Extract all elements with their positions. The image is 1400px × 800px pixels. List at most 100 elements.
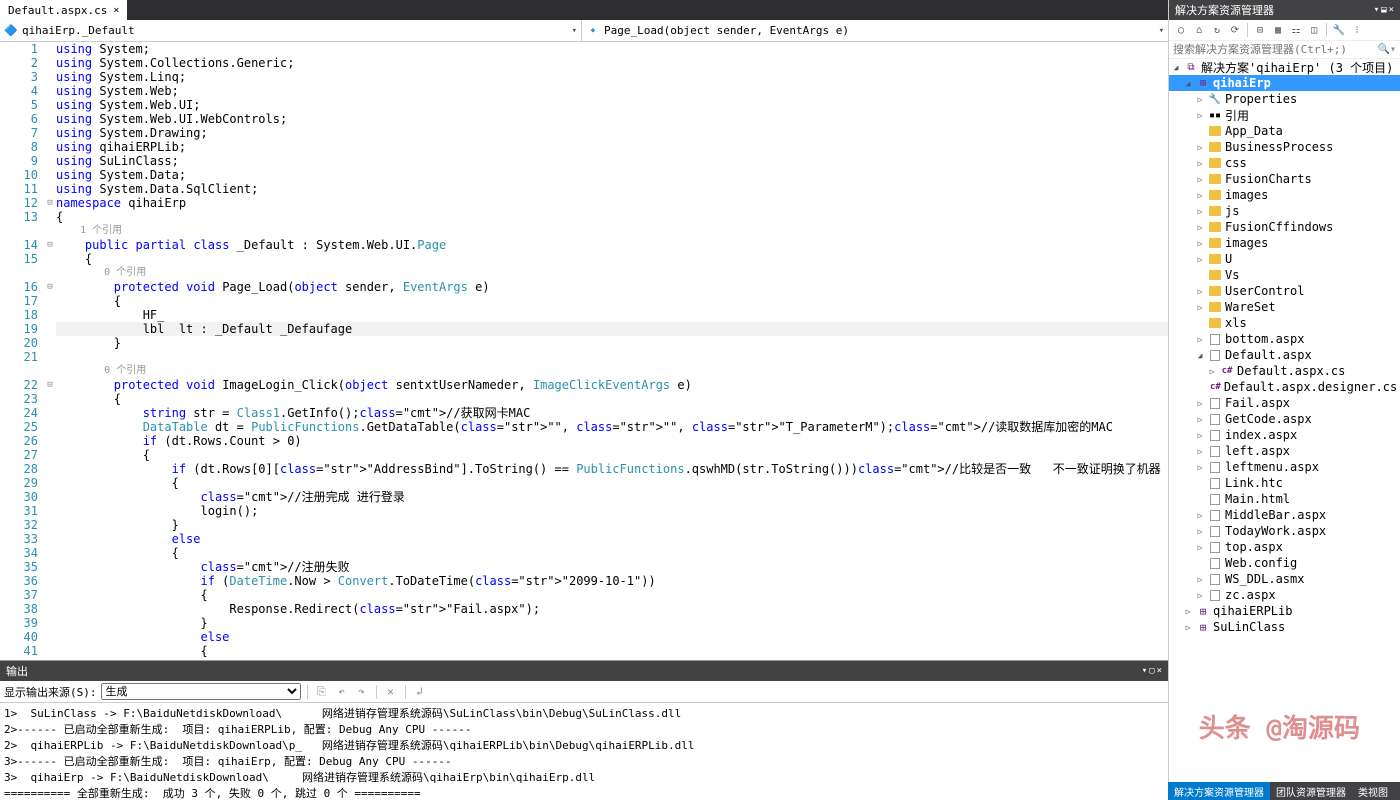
navigation-bar: 🔷 qihaiErp._Default ▾ 🔹 Page_Load(object…: [0, 20, 1168, 42]
tree-node[interactable]: xls: [1169, 315, 1400, 331]
refresh-icon[interactable]: ⟳: [1227, 22, 1243, 38]
chevron-down-icon: ▾: [1159, 26, 1164, 36]
type-name: qihaiErp._Default: [22, 24, 135, 37]
tree-node[interactable]: ▷Fail.aspx: [1169, 395, 1400, 411]
close-icon[interactable]: ×: [113, 5, 119, 16]
close-icon[interactable]: ×: [1389, 5, 1394, 15]
back-icon[interactable]: ◯: [1173, 22, 1189, 38]
method-icon: 🔹: [586, 24, 600, 38]
tree-node[interactable]: ▷zc.aspx: [1169, 587, 1400, 603]
collapse-icon[interactable]: ⊟: [1252, 22, 1268, 38]
tree-node[interactable]: ▷images: [1169, 235, 1400, 251]
status-tab-team[interactable]: 团队资源管理器: [1270, 782, 1352, 800]
se-tree[interactable]: ◢⧉解决方案'qihaiErp' (3 个项目)◢⊞qihaiErp▷🔧Prop…: [1169, 59, 1400, 800]
tree-node[interactable]: ▷index.aspx: [1169, 427, 1400, 443]
close-icon[interactable]: ×: [1157, 666, 1162, 676]
tree-node[interactable]: Web.config: [1169, 555, 1400, 571]
separator: [307, 685, 308, 699]
tree-node[interactable]: ▷⊞qihaiERPLib: [1169, 603, 1400, 619]
tree-project[interactable]: ◢⊞qihaiErp: [1169, 75, 1400, 91]
tree-node[interactable]: Main.html: [1169, 491, 1400, 507]
tree-node[interactable]: ▷WS_DDL.asmx: [1169, 571, 1400, 587]
tree-node[interactable]: ▷leftmenu.aspx: [1169, 459, 1400, 475]
tree-node[interactable]: Vs: [1169, 267, 1400, 283]
status-bar: 解决方案资源管理器 团队资源管理器 类视图: [1168, 782, 1400, 800]
se-title: 解决方案资源管理器: [1175, 2, 1274, 18]
class-icon: 🔷: [4, 24, 18, 38]
dropdown-icon[interactable]: ▾: [1142, 666, 1147, 676]
search-input[interactable]: [1173, 43, 1378, 56]
properties-icon[interactable]: ⚏: [1288, 22, 1304, 38]
tree-node[interactable]: ▷bottom.aspx: [1169, 331, 1400, 347]
tree-node[interactable]: ▷TodayWork.aspx: [1169, 523, 1400, 539]
next-icon[interactable]: ↷: [354, 684, 370, 700]
search-icon[interactable]: 🔍▾: [1378, 44, 1396, 55]
wrench-icon[interactable]: 🔧: [1331, 22, 1347, 38]
tree-node[interactable]: ▷U: [1169, 251, 1400, 267]
separator: [376, 685, 377, 699]
show-all-icon[interactable]: ▦: [1270, 22, 1286, 38]
fold-column[interactable]: ⊟⊟⊟⊟: [44, 42, 56, 660]
output-panel: 输出 ▾ ▢ × 显示输出来源(S): 生成 ⎘ ↶ ↷ ✕ ↲: [0, 660, 1168, 800]
code-content[interactable]: using System;using System.Collections.Ge…: [56, 42, 1168, 660]
tree-node[interactable]: App_Data: [1169, 123, 1400, 139]
clear-icon[interactable]: ✕: [383, 684, 399, 700]
tree-node[interactable]: ▷FusionCharts: [1169, 171, 1400, 187]
document-tab-bar: Default.aspx.cs ×: [0, 0, 1168, 20]
window-controls: ▾ ▢ ×: [1142, 666, 1162, 676]
pin-icon[interactable]: ⬓: [1381, 5, 1386, 15]
tree-node[interactable]: ▷WareSet: [1169, 299, 1400, 315]
find-icon[interactable]: ⎘: [314, 684, 330, 700]
editor-pane: Default.aspx.cs × 🔷 qihaiErp._Default ▾ …: [0, 0, 1168, 800]
type-dropdown[interactable]: 🔷 qihaiErp._Default ▾: [0, 20, 582, 41]
tree-node[interactable]: ▷left.aspx: [1169, 443, 1400, 459]
tree-node[interactable]: ▷images: [1169, 187, 1400, 203]
wrap-icon[interactable]: ↲: [412, 684, 428, 700]
line-number-gutter: 1234567891011121314151617181920212223242…: [0, 42, 44, 660]
preview-icon[interactable]: ◫: [1306, 22, 1322, 38]
tree-node[interactable]: c#Default.aspx.designer.cs: [1169, 379, 1400, 395]
tree-node[interactable]: ▷▪▪引用: [1169, 107, 1400, 123]
tree-node[interactable]: ▷UserControl: [1169, 283, 1400, 299]
member-dropdown[interactable]: 🔹 Page_Load(object sender, EventArgs e) …: [582, 20, 1168, 41]
output-title: 输出: [6, 663, 28, 679]
output-toolbar: 显示输出来源(S): 生成 ⎘ ↶ ↷ ✕ ↲: [0, 681, 1168, 703]
se-title-bar[interactable]: 解决方案资源管理器 ▾ ⬓ ×: [1169, 0, 1400, 20]
tree-node[interactable]: ▷⊞SuLinClass: [1169, 619, 1400, 635]
tree-node[interactable]: ▷🔧Properties: [1169, 91, 1400, 107]
tree-node[interactable]: ▷GetCode.aspx: [1169, 411, 1400, 427]
prev-icon[interactable]: ↶: [334, 684, 350, 700]
output-source-label: 显示输出来源(S):: [4, 684, 97, 700]
tree-root[interactable]: ◢⧉解决方案'qihaiErp' (3 个项目): [1169, 59, 1400, 75]
tree-node[interactable]: ▷c#Default.aspx.cs: [1169, 363, 1400, 379]
tree-node[interactable]: ▷css: [1169, 155, 1400, 171]
dropdown-icon[interactable]: ▾: [1374, 5, 1379, 15]
separator: [1326, 23, 1327, 37]
app-root: Default.aspx.cs × 🔷 qihaiErp._Default ▾ …: [0, 0, 1400, 800]
code-editor[interactable]: 1234567891011121314151617181920212223242…: [0, 42, 1168, 660]
output-title-bar[interactable]: 输出 ▾ ▢ ×: [0, 661, 1168, 681]
tree-node[interactable]: ▷FusionCffindows: [1169, 219, 1400, 235]
output-text[interactable]: 1> SuLinClass -> F:\BaiduNetdiskDownload…: [0, 703, 1168, 800]
pin-icon[interactable]: ▢: [1149, 666, 1154, 676]
output-source-select[interactable]: 生成: [101, 683, 301, 700]
separator: [405, 685, 406, 699]
se-search[interactable]: 🔍▾: [1169, 41, 1400, 59]
separator: [1247, 23, 1248, 37]
tree-node[interactable]: ▷js: [1169, 203, 1400, 219]
tree-node[interactable]: Link.htc: [1169, 475, 1400, 491]
home-icon[interactable]: ⌂: [1191, 22, 1207, 38]
tree-node[interactable]: ◢Default.aspx: [1169, 347, 1400, 363]
file-tab-active[interactable]: Default.aspx.cs ×: [0, 0, 127, 20]
sync-icon[interactable]: ↻: [1209, 22, 1225, 38]
status-tab-class[interactable]: 类视图: [1352, 782, 1394, 800]
tree-node[interactable]: ▷BusinessProcess: [1169, 139, 1400, 155]
tree-node[interactable]: ▷MiddleBar.aspx: [1169, 507, 1400, 523]
solution-explorer: 解决方案资源管理器 ▾ ⬓ × ◯ ⌂ ↻ ⟳ ⊟ ▦ ⚏ ◫ 🔧 ⁝ 🔍▾ ◢…: [1168, 0, 1400, 800]
se-toolbar: ◯ ⌂ ↻ ⟳ ⊟ ▦ ⚏ ◫ 🔧 ⁝: [1169, 20, 1400, 41]
member-name: Page_Load(object sender, EventArgs e): [604, 24, 849, 37]
tree-node[interactable]: ▷top.aspx: [1169, 539, 1400, 555]
more-icon[interactable]: ⁝: [1349, 22, 1365, 38]
window-controls: ▾ ⬓ ×: [1374, 5, 1394, 15]
status-tab-se[interactable]: 解决方案资源管理器: [1168, 782, 1270, 800]
